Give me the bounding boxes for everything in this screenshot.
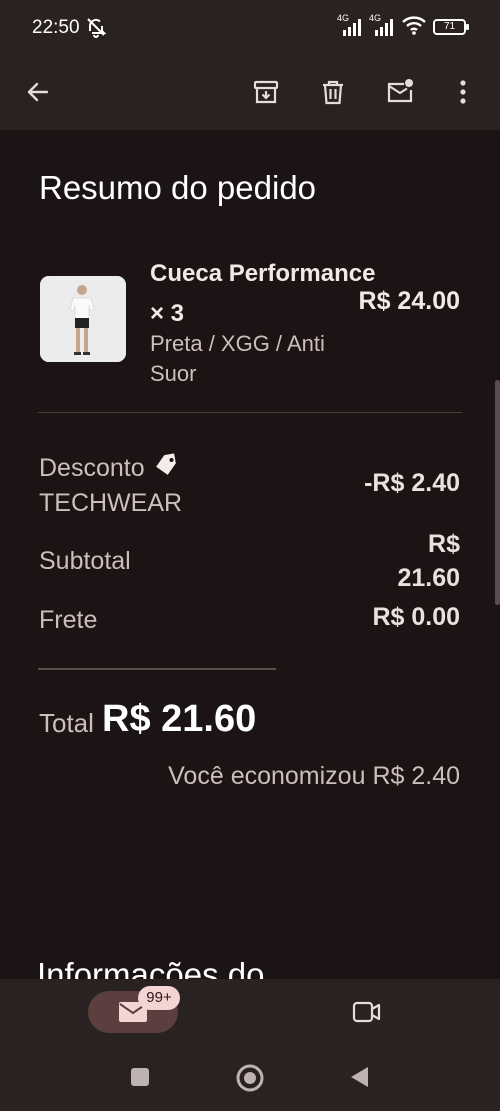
- status-bar: 22:50 4G 4G 71: [0, 0, 500, 56]
- shipping-label: Frete: [39, 606, 98, 634]
- discount-label-text: Desconto: [39, 454, 145, 482]
- discount-label: Desconto TECHWEAR: [39, 451, 182, 520]
- subtotal-value: R$ 21.60: [397, 530, 460, 592]
- wifi-icon: [401, 14, 427, 41]
- status-indicators: 4G 4G 71: [337, 13, 469, 41]
- bell-off-icon: [84, 15, 108, 39]
- tag-icon: [153, 452, 179, 486]
- home-icon[interactable]: [235, 1063, 265, 1098]
- product-photo: [40, 276, 126, 362]
- arrow-back-icon[interactable]: [18, 72, 58, 112]
- sim1-label: 4G: [337, 13, 350, 23]
- mail-badge: 99+: [138, 986, 180, 1010]
- recents-icon[interactable]: [130, 1067, 150, 1092]
- discount-code: TECHWEAR: [39, 489, 183, 518]
- shipping-value: R$ 0.00: [372, 603, 460, 631]
- back-nav-icon[interactable]: [348, 1065, 370, 1094]
- divider: [38, 668, 276, 670]
- subtotal-label: Subtotal: [39, 547, 131, 575]
- product-price: R$ 24.00: [358, 287, 460, 315]
- email-body[interactable]: Resumo do pedido Cueca Performance × 3 P…: [0, 130, 500, 979]
- system-navigation: [0, 1045, 500, 1111]
- total-label: Total: [39, 708, 94, 738]
- signal-icon: 4G: [369, 13, 395, 38]
- status-time: 22:50: [32, 17, 80, 38]
- product-variant: Preta / XGG / Anti Suor: [150, 331, 325, 386]
- app-bar: [0, 56, 500, 130]
- archive-icon[interactable]: [246, 72, 286, 112]
- more-vert-icon[interactable]: [443, 72, 483, 112]
- trash-icon[interactable]: [313, 72, 353, 112]
- videocam-icon[interactable]: [352, 1000, 382, 1029]
- sim2-label: 4G: [369, 13, 382, 23]
- bottom-navigation: 99+: [0, 979, 500, 1045]
- total-value: R$ 21.60: [102, 698, 257, 740]
- next-section-title: Informações do: [37, 956, 265, 979]
- scrollbar[interactable]: [495, 380, 500, 605]
- divider: [38, 412, 462, 413]
- section-title: Resumo do pedido: [39, 169, 317, 206]
- discount-value: -R$ 2.40: [364, 469, 460, 497]
- signal-icon: 4G: [337, 13, 363, 38]
- battery-icon: 71: [433, 19, 469, 35]
- mark-unread-icon[interactable]: [380, 72, 420, 112]
- savings-text: Você economizou R$ 2.40: [168, 762, 460, 790]
